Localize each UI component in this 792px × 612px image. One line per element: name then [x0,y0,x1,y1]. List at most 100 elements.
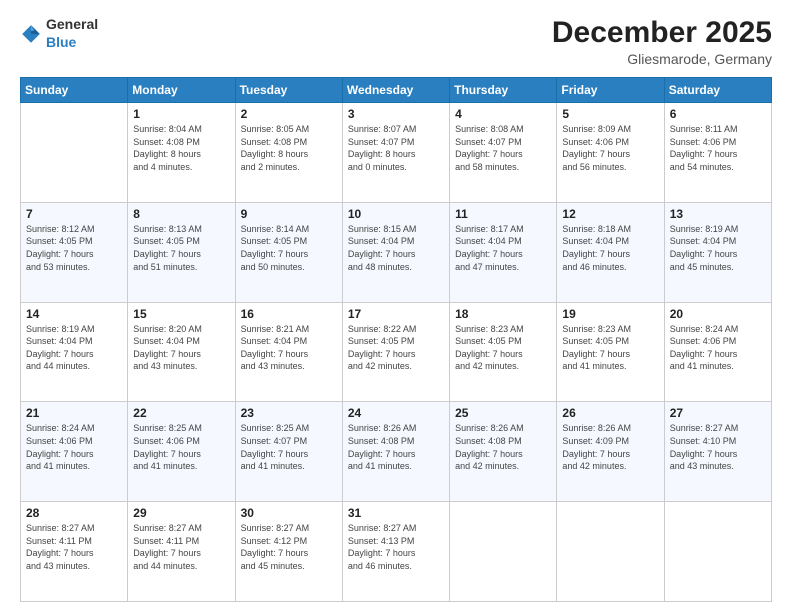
day-number: 3 [348,107,444,121]
weekday-header-friday: Friday [557,78,664,103]
calendar-cell: 30 Sunrise: 8:27 AM Sunset: 4:12 PM Dayli… [235,502,342,602]
calendar-cell: 14 Sunrise: 8:19 AM Sunset: 4:04 PM Dayli… [21,302,128,402]
calendar-cell: 25 Sunrise: 8:26 AM Sunset: 4:08 PM Dayli… [450,402,557,502]
logo-blue: Blue [46,34,76,50]
day-info: Sunrise: 8:19 AM Sunset: 4:04 PM Dayligh… [26,323,122,373]
calendar-cell [557,502,664,602]
day-info: Sunrise: 8:27 AM Sunset: 4:10 PM Dayligh… [670,422,766,472]
day-number: 14 [26,307,122,321]
day-number: 15 [133,307,229,321]
day-info: Sunrise: 8:26 AM Sunset: 4:09 PM Dayligh… [562,422,658,472]
calendar-cell: 24 Sunrise: 8:26 AM Sunset: 4:08 PM Dayli… [342,402,449,502]
calendar-cell: 21 Sunrise: 8:24 AM Sunset: 4:06 PM Dayli… [21,402,128,502]
calendar-cell: 15 Sunrise: 8:20 AM Sunset: 4:04 PM Dayli… [128,302,235,402]
day-number: 4 [455,107,551,121]
day-info: Sunrise: 8:19 AM Sunset: 4:04 PM Dayligh… [670,223,766,273]
title-block: December 2025 Gliesmarode, Germany [552,16,772,67]
day-number: 25 [455,406,551,420]
week-row-2: 7Sunrise: 8:12 AM Sunset: 4:05 PM Daylig… [21,202,772,302]
week-row-1: 1Sunrise: 8:04 AM Sunset: 4:08 PM Daylig… [21,103,772,203]
day-info: Sunrise: 8:27 AM Sunset: 4:12 PM Dayligh… [241,522,337,572]
weekday-header-sunday: Sunday [21,78,128,103]
day-number: 21 [26,406,122,420]
week-row-3: 14 Sunrise: 8:19 AM Sunset: 4:04 PM Dayli… [21,302,772,402]
header: General Blue December 2025 Gliesmarode, … [20,16,772,67]
day-number: 10 [348,207,444,221]
day-info: Sunrise: 8:11 AM Sunset: 4:06 PM Dayligh… [670,123,766,173]
page: General Blue December 2025 Gliesmarode, … [0,0,792,612]
calendar-cell: 10Sunrise: 8:15 AM Sunset: 4:04 PM Dayli… [342,202,449,302]
calendar-cell: 12 Sunrise: 8:18 AM Sunset: 4:04 PM Dayli… [557,202,664,302]
day-number: 16 [241,307,337,321]
calendar-cell: 2 Sunrise: 8:05 AM Sunset: 4:08 PM Daylig… [235,103,342,203]
day-info: Sunrise: 8:24 AM Sunset: 4:06 PM Dayligh… [26,422,122,472]
day-number: 2 [241,107,337,121]
calendar-subtitle: Gliesmarode, Germany [552,51,772,67]
weekday-header-tuesday: Tuesday [235,78,342,103]
day-number: 29 [133,506,229,520]
logo-general: General [46,16,98,32]
calendar-cell [450,502,557,602]
day-number: 20 [670,307,766,321]
logo: General Blue [20,16,98,52]
day-info: Sunrise: 8:23 AM Sunset: 4:05 PM Dayligh… [455,323,551,373]
day-number: 7 [26,207,122,221]
day-number: 12 [562,207,658,221]
weekday-header-wednesday: Wednesday [342,78,449,103]
week-row-4: 21 Sunrise: 8:24 AM Sunset: 4:06 PM Dayli… [21,402,772,502]
day-number: 23 [241,406,337,420]
day-info: Sunrise: 8:26 AM Sunset: 4:08 PM Dayligh… [348,422,444,472]
day-info: Sunrise: 8:05 AM Sunset: 4:08 PM Dayligh… [241,123,337,173]
calendar-cell: 3 Sunrise: 8:07 AM Sunset: 4:07 PM Daylig… [342,103,449,203]
calendar-cell: 13 Sunrise: 8:19 AM Sunset: 4:04 PM Dayli… [664,202,771,302]
calendar-cell: 26Sunrise: 8:26 AM Sunset: 4:09 PM Dayli… [557,402,664,502]
calendar-cell: 27Sunrise: 8:27 AM Sunset: 4:10 PM Dayli… [664,402,771,502]
calendar-cell: 8 Sunrise: 8:13 AM Sunset: 4:05 PM Daylig… [128,202,235,302]
logo-icon [20,23,42,45]
calendar-cell: 17Sunrise: 8:22 AM Sunset: 4:05 PM Dayli… [342,302,449,402]
calendar-cell: 11 Sunrise: 8:17 AM Sunset: 4:04 PM Dayli… [450,202,557,302]
day-number: 8 [133,207,229,221]
calendar-cell: 6Sunrise: 8:11 AM Sunset: 4:06 PM Daylig… [664,103,771,203]
day-number: 28 [26,506,122,520]
day-info: Sunrise: 8:13 AM Sunset: 4:05 PM Dayligh… [133,223,229,273]
calendar-cell: 31Sunrise: 8:27 AM Sunset: 4:13 PM Dayli… [342,502,449,602]
calendar-cell: 29Sunrise: 8:27 AM Sunset: 4:11 PM Dayli… [128,502,235,602]
day-number: 22 [133,406,229,420]
day-info: Sunrise: 8:18 AM Sunset: 4:04 PM Dayligh… [562,223,658,273]
day-info: Sunrise: 8:25 AM Sunset: 4:07 PM Dayligh… [241,422,337,472]
day-info: Sunrise: 8:27 AM Sunset: 4:13 PM Dayligh… [348,522,444,572]
day-info: Sunrise: 8:22 AM Sunset: 4:05 PM Dayligh… [348,323,444,373]
day-number: 11 [455,207,551,221]
day-info: Sunrise: 8:08 AM Sunset: 4:07 PM Dayligh… [455,123,551,173]
day-info: Sunrise: 8:07 AM Sunset: 4:07 PM Dayligh… [348,123,444,173]
week-row-5: 28 Sunrise: 8:27 AM Sunset: 4:11 PM Dayli… [21,502,772,602]
day-number: 30 [241,506,337,520]
day-info: Sunrise: 8:25 AM Sunset: 4:06 PM Dayligh… [133,422,229,472]
day-number: 13 [670,207,766,221]
calendar-cell: 9 Sunrise: 8:14 AM Sunset: 4:05 PM Daylig… [235,202,342,302]
day-number: 5 [562,107,658,121]
day-number: 19 [562,307,658,321]
day-info: Sunrise: 8:24 AM Sunset: 4:06 PM Dayligh… [670,323,766,373]
calendar-cell: 4 Sunrise: 8:08 AM Sunset: 4:07 PM Daylig… [450,103,557,203]
day-info: Sunrise: 8:17 AM Sunset: 4:04 PM Dayligh… [455,223,551,273]
calendar-cell [21,103,128,203]
calendar-cell: 28 Sunrise: 8:27 AM Sunset: 4:11 PM Dayli… [21,502,128,602]
day-number: 1 [133,107,229,121]
calendar-cell: 7Sunrise: 8:12 AM Sunset: 4:05 PM Daylig… [21,202,128,302]
logo-text: General Blue [46,16,98,52]
day-number: 24 [348,406,444,420]
calendar-cell: 22 Sunrise: 8:25 AM Sunset: 4:06 PM Dayli… [128,402,235,502]
calendar-cell: 5 Sunrise: 8:09 AM Sunset: 4:06 PM Daylig… [557,103,664,203]
day-info: Sunrise: 8:26 AM Sunset: 4:08 PM Dayligh… [455,422,551,472]
day-info: Sunrise: 8:20 AM Sunset: 4:04 PM Dayligh… [133,323,229,373]
day-number: 18 [455,307,551,321]
day-info: Sunrise: 8:09 AM Sunset: 4:06 PM Dayligh… [562,123,658,173]
day-info: Sunrise: 8:27 AM Sunset: 4:11 PM Dayligh… [26,522,122,572]
day-number: 9 [241,207,337,221]
weekday-header-monday: Monday [128,78,235,103]
weekday-header-saturday: Saturday [664,78,771,103]
day-info: Sunrise: 8:14 AM Sunset: 4:05 PM Dayligh… [241,223,337,273]
day-info: Sunrise: 8:21 AM Sunset: 4:04 PM Dayligh… [241,323,337,373]
